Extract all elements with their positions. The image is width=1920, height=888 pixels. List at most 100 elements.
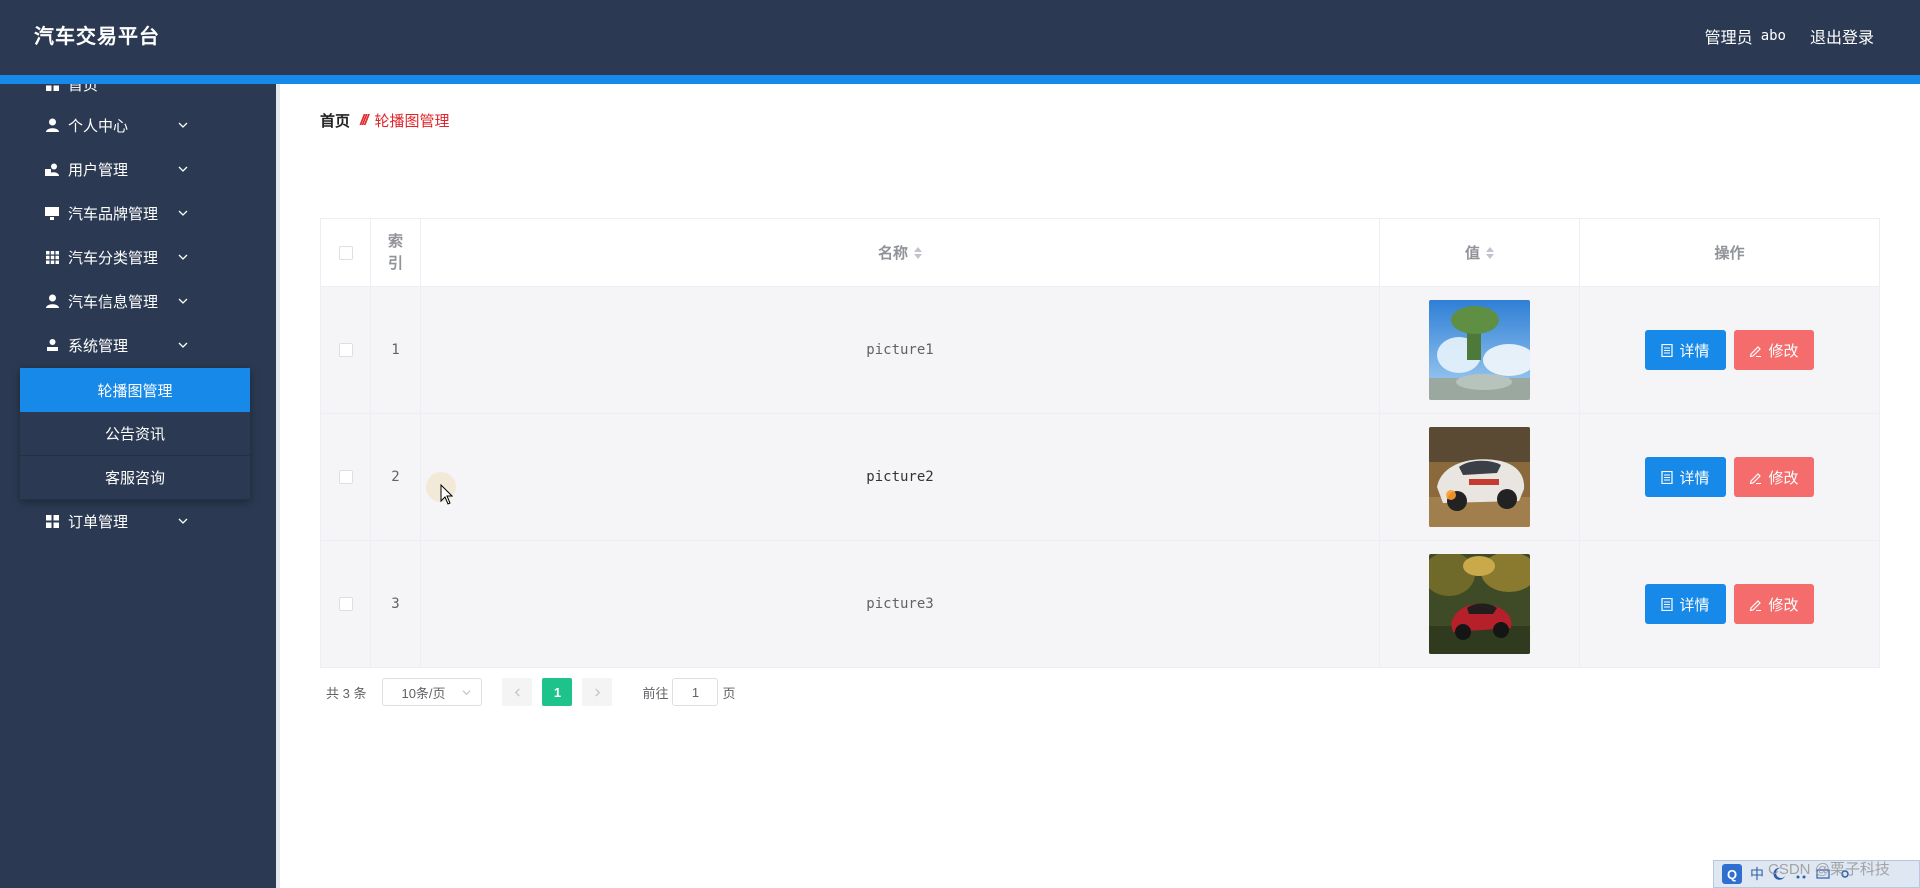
- goto-page-input[interactable]: [672, 678, 719, 706]
- edit-icon: [1750, 472, 1762, 484]
- user-icon: [44, 337, 60, 353]
- chevron-down-icon: [178, 518, 188, 524]
- user-icon: [44, 117, 60, 133]
- row-select-cell: [321, 287, 371, 413]
- row-value-cell: [1380, 287, 1580, 413]
- sidebar-item-personal-center[interactable]: 个人中心: [0, 103, 276, 147]
- row-index-cell: 3: [371, 541, 421, 667]
- chevron-down-icon: [178, 342, 188, 348]
- sidebar-item-label: 汽车品牌管理: [68, 205, 159, 223]
- detail-button[interactable]: 详情: [1645, 584, 1726, 624]
- submenu-item-announcements[interactable]: 公告资讯: [20, 412, 250, 456]
- sidebar-item-system-management[interactable]: 系统管理: [0, 323, 276, 367]
- row-name-cell: picture1: [421, 287, 1380, 413]
- sort-icon[interactable]: [1486, 246, 1494, 259]
- sidebar-item-brand-management[interactable]: 汽车品牌管理: [0, 191, 276, 235]
- grid-icon: [44, 249, 60, 265]
- page-size-select[interactable]: 10条/页: [382, 678, 483, 706]
- row-index: 2: [391, 469, 400, 485]
- row-checkbox[interactable]: [338, 343, 353, 357]
- sidebar-item-category-management[interactable]: 汽车分类管理: [0, 235, 276, 279]
- chevron-down-icon: [462, 690, 471, 696]
- page-number-current[interactable]: 1: [542, 678, 573, 706]
- user-role: 管理员: [1704, 30, 1753, 47]
- edit-button[interactable]: 修改: [1734, 457, 1814, 497]
- app-title: 汽车交易平台: [34, 26, 160, 48]
- chevron-down-icon: [178, 254, 188, 260]
- sidebar-item-car-info-management[interactable]: 汽车信息管理: [0, 279, 276, 323]
- detail-button-label: 详情: [1679, 469, 1710, 487]
- row-index: 3: [391, 596, 400, 612]
- chevron-down-icon: [178, 166, 188, 172]
- users-icon: [44, 161, 60, 177]
- sidebar-item-label: 汽车信息管理: [68, 293, 159, 311]
- edit-button[interactable]: 修改: [1734, 330, 1814, 370]
- submenu-item-carousel[interactable]: 轮播图管理: [20, 368, 250, 412]
- breadcrumb: 首页 /// 轮播图管理: [320, 110, 450, 131]
- document-icon: [1661, 597, 1674, 611]
- edit-button[interactable]: 修改: [1734, 584, 1814, 624]
- chevron-right-icon: [595, 687, 601, 697]
- submenu-item-customer-service[interactable]: 客服咨询: [20, 456, 250, 500]
- detail-button[interactable]: 详情: [1645, 330, 1726, 370]
- chevron-down-icon: [178, 298, 188, 304]
- row-checkbox[interactable]: [338, 597, 353, 611]
- sidebar-divider: [276, 84, 280, 888]
- detail-button[interactable]: 详情: [1645, 457, 1726, 497]
- edit-icon: [1750, 599, 1762, 611]
- goto-suffix: 页: [722, 685, 736, 701]
- sidebar-item-label: 个人中心: [68, 117, 129, 135]
- top-header: 汽车交易平台 管理员 abo 退出登录: [0, 0, 1920, 75]
- sidebar-item-label: 首页: [68, 84, 99, 94]
- select-all-checkbox[interactable]: [338, 245, 353, 260]
- carousel-table: 索 引 名称 值 操作 1 picture1 详情 修改 2 picture2 …: [320, 218, 1880, 668]
- sort-icon[interactable]: [914, 246, 922, 259]
- column-header-action: 操作: [1580, 219, 1880, 286]
- prev-page-button[interactable]: [502, 678, 533, 706]
- table-row: 2 picture2 详情 修改: [321, 414, 1880, 541]
- goto-prefix: 前往: [642, 685, 669, 701]
- ime-logo-icon[interactable]: Q: [1722, 864, 1742, 884]
- table-row: 3 picture3 详情 修改: [321, 541, 1880, 668]
- chevron-left-icon: [514, 687, 520, 697]
- edit-button-label: 修改: [1768, 596, 1799, 614]
- next-page-button[interactable]: [582, 678, 613, 706]
- row-select-cell: [321, 541, 371, 667]
- logout-link[interactable]: 退出登录: [1810, 24, 1874, 48]
- car-image-2[interactable]: [1429, 427, 1530, 527]
- page-jumper: 前往 页: [642, 678, 736, 706]
- car-image-3[interactable]: [1429, 554, 1530, 654]
- car-image-1[interactable]: [1429, 300, 1530, 400]
- mouse-cursor-icon: [440, 484, 454, 505]
- chevron-down-icon: [178, 210, 188, 216]
- header-actions: 管理员 abo 退出登录: [1705, 24, 1874, 48]
- column-header-name[interactable]: 名称: [421, 219, 1380, 286]
- edit-icon: [1750, 345, 1762, 357]
- sidebar: 首页 个人中心 用户管理 汽车品牌管理 汽车分类管理 汽车信息管理 系统管理 轮…: [0, 84, 276, 888]
- value-header-label: 值: [1464, 245, 1480, 262]
- sidebar-item-order-management[interactable]: 订单管理: [0, 499, 276, 543]
- user-icon: [44, 293, 60, 309]
- row-action-cell: 详情 修改: [1580, 414, 1880, 540]
- row-value-cell: [1380, 541, 1580, 667]
- index-header-line2: 引: [387, 254, 403, 272]
- grid-icon: [44, 513, 60, 529]
- ime-mode-label[interactable]: 中: [1750, 864, 1764, 884]
- row-name: picture2: [866, 469, 934, 485]
- table-row: 1 picture1 详情 修改: [321, 287, 1880, 414]
- chevron-down-icon: [178, 122, 188, 128]
- sidebar-item-label: 订单管理: [68, 513, 129, 531]
- table-header: 索 引 名称 值 操作: [321, 219, 1880, 287]
- row-index: 1: [391, 342, 400, 358]
- sidebar-item-user-management[interactable]: 用户管理: [0, 147, 276, 191]
- row-checkbox[interactable]: [338, 470, 353, 484]
- document-icon: [1661, 470, 1674, 484]
- row-name: picture1: [866, 342, 934, 358]
- row-select-cell: [321, 414, 371, 540]
- row-action-cell: 详情 修改: [1580, 541, 1880, 667]
- row-action-cell: 详情 修改: [1580, 287, 1880, 413]
- column-header-value[interactable]: 值: [1380, 219, 1580, 286]
- edit-button-label: 修改: [1768, 342, 1799, 360]
- breadcrumb-home[interactable]: 首页: [320, 110, 350, 131]
- sidebar-item-label: 汽车分类管理: [68, 249, 159, 267]
